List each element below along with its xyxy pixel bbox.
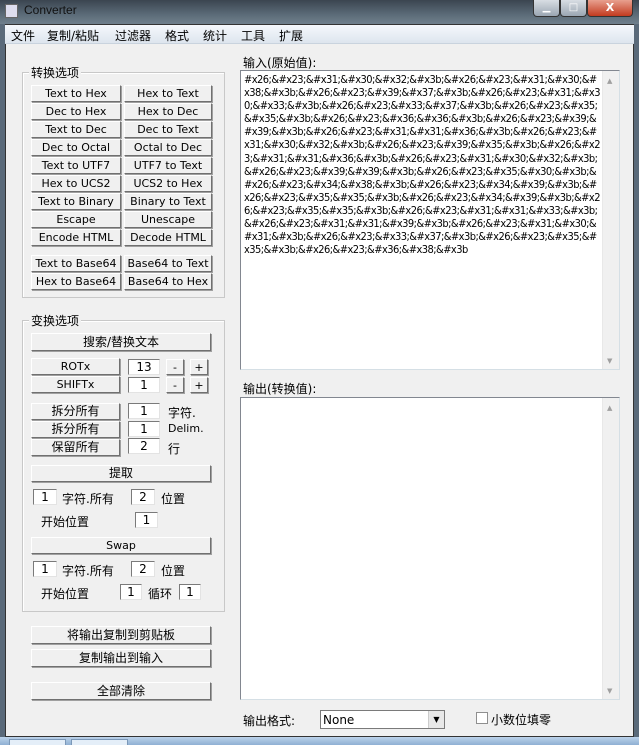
text-to-binary-button[interactable]: Text to Binary	[31, 193, 121, 210]
hex-to-ucs2-button[interactable]: Hex to UCS2	[31, 175, 121, 192]
output-format-select[interactable]: None ▼	[320, 710, 445, 729]
rotx-input[interactable]: 13	[128, 359, 160, 375]
unescape-button[interactable]: Unescape	[124, 211, 212, 228]
octal-to-dec-button[interactable]: Octal to Dec	[124, 139, 212, 156]
extract-pos-input[interactable]: 2	[131, 489, 155, 505]
dec-to-text-button[interactable]: Dec to Text	[124, 121, 212, 138]
swap-chars-input[interactable]: 1	[33, 561, 57, 577]
pad-zero-label: 小数位填零	[491, 713, 552, 727]
rotx-plus-button[interactable]: +	[190, 359, 208, 375]
rotx-minus-button[interactable]: -	[166, 359, 184, 375]
clear-all-button[interactable]: 全部清除	[31, 682, 211, 700]
output-format-value: None	[323, 713, 355, 727]
keep-lines-button[interactable]: 保留所有	[31, 439, 120, 456]
decode-html-button[interactable]: Decode HTML	[124, 229, 212, 246]
text-to-utf7-button[interactable]: Text to UTF7	[31, 157, 121, 174]
scroll-down-icon[interactable]: ▼	[607, 687, 612, 695]
close-button[interactable]: X	[587, 0, 633, 17]
encode-html-button[interactable]: Encode HTML	[31, 229, 121, 246]
swap-start-input[interactable]: 1	[120, 584, 142, 600]
scroll-up-icon[interactable]: ▲	[607, 77, 612, 85]
dec-to-hex-button[interactable]: Dec to Hex	[31, 103, 121, 120]
input-label: 输入(原始值):	[243, 56, 317, 70]
split-chars-button[interactable]: 拆分所有	[31, 403, 120, 420]
menu-copy-paste[interactable]: 复制/粘贴	[47, 27, 99, 44]
hex-to-text-button[interactable]: Hex to Text	[124, 85, 212, 102]
menu-file[interactable]: 文件	[11, 27, 35, 44]
output-textarea[interactable]: ▲ ▼	[240, 397, 620, 700]
split-chars-unit: 字符.	[168, 406, 196, 420]
maximize-button[interactable]: □	[560, 0, 587, 17]
rotx-button[interactable]: ROTx	[31, 358, 120, 375]
pad-zero-checkbox[interactable]	[476, 712, 488, 724]
swap-chars-label: 字符.所有	[62, 564, 114, 578]
menu-filter[interactable]: 过滤器	[115, 27, 151, 44]
menu-extend[interactable]: 扩展	[279, 27, 303, 44]
extract-start-input[interactable]: 1	[135, 512, 158, 528]
extract-pos-label: 位置	[161, 492, 186, 506]
convert-options-title: 转换选项	[29, 64, 82, 81]
input-textarea[interactable]: #x26;&#x23;&#x31;&#x30;&#x32;&#x3b;&#x26…	[240, 70, 620, 370]
swap-start-label: 开始位置	[41, 587, 90, 601]
extract-button[interactable]: 提取	[31, 465, 211, 482]
base64-to-hex-button[interactable]: Base64 to Hex	[124, 273, 212, 290]
swap-loop-label: 循环	[148, 587, 173, 601]
binary-to-text-button[interactable]: Binary to Text	[124, 193, 212, 210]
text-to-base64-button[interactable]: Text to Base64	[31, 255, 121, 272]
menu-stats[interactable]: 统计	[203, 27, 227, 44]
shiftx-input[interactable]: 1	[128, 377, 160, 393]
hex-to-dec-button[interactable]: Hex to Dec	[124, 103, 212, 120]
input-text[interactable]: #x26;&#x23;&#x31;&#x30;&#x32;&#x3b;&#x26…	[244, 73, 601, 256]
hex-to-base64-button[interactable]: Hex to Base64	[31, 273, 121, 290]
split-delim-button[interactable]: 拆分所有	[31, 421, 120, 438]
split-delim-unit: Delim.	[168, 422, 204, 435]
utf7-to-text-button[interactable]: UTF7 to Text	[124, 157, 212, 174]
swap-pos-input[interactable]: 2	[131, 561, 155, 577]
scroll-down-icon[interactable]: ▼	[607, 357, 612, 365]
extract-chars-input[interactable]: 1	[33, 489, 57, 505]
shiftx-plus-button[interactable]: +	[190, 377, 208, 393]
output-scrollbar[interactable]: ▲ ▼	[602, 398, 619, 699]
text-to-dec-button[interactable]: Text to Dec	[31, 121, 121, 138]
split-delim-input[interactable]: 1	[128, 421, 160, 437]
chevron-down-icon[interactable]: ▼	[428, 711, 444, 728]
split-chars-input[interactable]: 1	[128, 403, 160, 419]
menu-bar: 文件 复制/粘贴 过滤器 格式 统计 工具 扩展	[5, 25, 634, 44]
shiftx-button[interactable]: SHIFTx	[31, 376, 120, 393]
menu-tools[interactable]: 工具	[241, 27, 265, 44]
keep-lines-unit: 行	[168, 442, 181, 456]
output-label: 输出(转换值):	[243, 382, 317, 396]
copy-output-to-input-button[interactable]: 复制输出到输入	[31, 649, 211, 667]
extract-start-label: 开始位置	[41, 515, 90, 529]
keep-lines-input[interactable]: 2	[128, 438, 160, 454]
shiftx-minus-button[interactable]: -	[166, 377, 184, 393]
taskbar-app-converter[interactable]	[71, 739, 128, 745]
text-to-hex-button[interactable]: Text to Hex	[31, 85, 121, 102]
calculator-app-icon	[5, 4, 18, 18]
input-scrollbar[interactable]: ▲ ▼	[602, 71, 619, 369]
copy-output-to-clipboard-button[interactable]: 将输出复制到剪贴板	[31, 626, 211, 644]
search-replace-button[interactable]: 搜索/替换文本	[31, 333, 211, 351]
output-format-label: 输出格式:	[243, 714, 296, 728]
taskbar-app-firefox[interactable]	[9, 739, 66, 745]
swap-button[interactable]: Swap	[31, 537, 211, 554]
window-title: Converter	[24, 3, 77, 17]
menu-format[interactable]: 格式	[165, 27, 189, 44]
scroll-up-icon[interactable]: ▲	[607, 404, 612, 412]
transform-options-title: 变换选项	[29, 312, 82, 329]
escape-button[interactable]: Escape	[31, 211, 121, 228]
dec-to-octal-button[interactable]: Dec to Octal	[31, 139, 121, 156]
minimize-button[interactable]: ▁	[533, 0, 560, 17]
base64-to-text-button[interactable]: Base64 to Text	[124, 255, 212, 272]
extract-chars-label: 字符.所有	[62, 492, 114, 506]
swap-pos-label: 位置	[161, 564, 186, 578]
ucs2-to-hex-button[interactable]: UCS2 to Hex	[124, 175, 212, 192]
swap-loop-input[interactable]: 1	[179, 584, 201, 600]
